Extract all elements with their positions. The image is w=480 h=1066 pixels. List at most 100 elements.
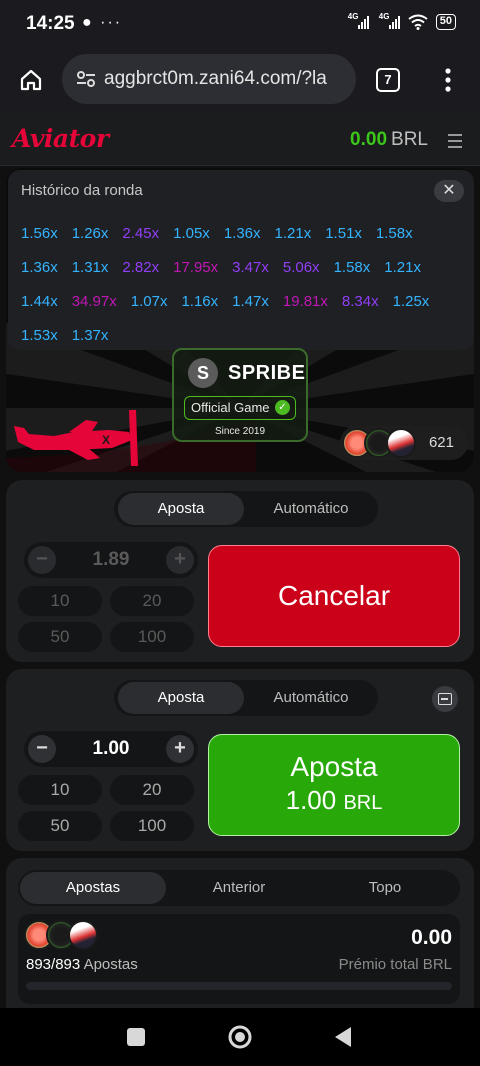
bet-panel-1: Aposta Automático − 1.89 + 10 20 50 100 … (6, 480, 474, 662)
round-history-title: Histórico da ronda (21, 182, 143, 199)
multiplier-item: 5.06x (282, 258, 320, 276)
check-icon: ✓ (275, 400, 290, 415)
multiplier-item: 1.53x (21, 326, 58, 344)
balance-amount: 0.00 (350, 129, 388, 150)
quick-amount-chip[interactable]: 50 (18, 622, 102, 652)
bet-mode-toggle: Aposta Automático (114, 491, 378, 527)
multiplier-item: 1.05x (173, 224, 210, 242)
multiplier-item: 1.58x (375, 224, 413, 242)
bets-tabs: Apostas Anterior Topo (18, 870, 460, 906)
spribe-badge: S SPRIBE Official Game ✓ Since 2019 (172, 348, 308, 442)
multiplier-item: 2.82x (122, 258, 160, 276)
game-header: Aviator 0.00 BRL (0, 114, 480, 166)
chat-bubble-icon: ● (82, 14, 94, 31)
bets-count: 893/893 Apostas (26, 956, 138, 973)
plus-button[interactable]: + (166, 735, 194, 763)
browser-menu-icon[interactable] (444, 68, 452, 92)
tab-auto[interactable]: Automático (248, 493, 374, 525)
remove-panel-icon[interactable] (432, 686, 458, 712)
balance: 0.00 BRL (350, 129, 428, 151)
since-label: Since 2019 (214, 426, 266, 437)
back-button[interactable] (333, 1026, 353, 1048)
quick-amount-chip[interactable]: 20 (110, 775, 194, 805)
history-row: 1.36x 1.31x 2.82x 17.95x 3.47x 5.06x 1.58x 1.21… (21, 250, 461, 284)
airplane-icon: X (14, 410, 138, 466)
bet-panel-2: Aposta Automático − 1.00 + 10 20 50 100 … (6, 669, 474, 851)
tab-all-bets[interactable]: Apostas (20, 872, 166, 904)
quick-amount-chip[interactable]: 10 (18, 775, 102, 805)
tab-top[interactable]: Topo (312, 872, 458, 904)
multiplier-item: 1.21x (384, 258, 421, 276)
bet-button-currency: BRL (343, 792, 383, 814)
multiplier-item: 1.58x (333, 258, 371, 276)
minus-button[interactable]: − (28, 546, 56, 574)
amount-stepper: − 1.89 + (24, 542, 198, 578)
multiplier-item: 1.25x (392, 292, 430, 310)
tab-bet[interactable]: Aposta (118, 493, 244, 525)
bets-summary: 893/893 Apostas 0.00 Prémio total BRL (18, 914, 460, 1004)
multiplier-item: 1.44x (21, 292, 58, 310)
tab-switcher-button[interactable]: 7 (376, 68, 400, 92)
minus-button[interactable]: − (28, 735, 56, 763)
quick-amount-chip[interactable]: 100 (110, 622, 194, 652)
balance-currency: BRL (391, 129, 428, 150)
bet-mode-toggle: Aposta Automático (114, 680, 378, 716)
quick-amount-chip[interactable]: 100 (110, 811, 194, 841)
multiplier-item: 3.47x (232, 258, 269, 276)
tab-auto[interactable]: Automático (248, 682, 374, 714)
signal-icon: 4G (379, 12, 400, 29)
total-prize: 0.00 (411, 926, 452, 949)
history-row: 1.53x 1.37x (21, 318, 461, 352)
spribe-brand: SPRIBE (228, 362, 306, 384)
avatar (386, 428, 416, 458)
browser-toolbar: aggbrct0m.zani64.com/?la 7 (0, 48, 480, 114)
bet-button-amount: 1.00 (285, 785, 337, 815)
quick-amount-chip[interactable]: 20 (110, 586, 194, 616)
multiplier-item: 1.31x (71, 258, 109, 276)
amount-stepper: − 1.00 + (24, 731, 198, 767)
multiplier-item: 1.16x (181, 292, 219, 310)
home-button[interactable] (227, 1024, 253, 1050)
multiplier-item: 1.26x (71, 224, 109, 242)
place-bet-button[interactable]: Aposta 1.00 BRL (208, 734, 460, 836)
history-row: 1.56x 1.26x 2.45x 1.05x 1.36x 1.21x 1.51x 1.58x (21, 216, 461, 250)
battery-icon: 50 (435, 14, 456, 30)
status-right: 4G 4G 50 (348, 12, 456, 30)
cancel-button[interactable]: Cancelar (208, 545, 460, 647)
tab-previous[interactable]: Anterior (166, 872, 312, 904)
players-online: 621 (340, 426, 468, 460)
multiplier-item: 17.95x (173, 258, 219, 276)
multiplier-item: 34.97x (71, 292, 117, 310)
wifi-icon (408, 14, 428, 30)
bet-amount[interactable]: 1.00 (64, 738, 158, 760)
tab-bet[interactable]: Aposta (118, 682, 244, 714)
aviator-logo: Aviator (12, 124, 109, 153)
home-icon[interactable] (19, 68, 43, 92)
avatar (68, 920, 98, 950)
quick-amount-chip[interactable]: 10 (18, 586, 102, 616)
address-bar[interactable]: aggbrct0m.zani64.com/?la (62, 54, 356, 104)
official-game-label: Official Game ✓ (184, 396, 296, 420)
more-dots-icon: ··· (100, 14, 123, 31)
recents-button[interactable] (127, 1028, 145, 1046)
url-text[interactable]: aggbrct0m.zani64.com/?la (104, 68, 327, 90)
bets-list-panel: Apostas Anterior Topo 893/893 Apostas 0.… (6, 858, 474, 1008)
multiplier-item: 1.21x (274, 224, 312, 242)
close-icon[interactable]: ✕ (434, 180, 464, 202)
multiplier-item: 1.36x (223, 224, 261, 242)
bet-amount[interactable]: 1.89 (64, 549, 158, 571)
multiplier-history: 1.56x 1.26x 2.45x 1.05x 1.36x 1.21x 1.51x 1.58x… (21, 216, 461, 352)
status-time: 14:25 (26, 13, 75, 34)
multiplier-item: 1.36x (21, 258, 58, 276)
multiplier-item: 1.07x (130, 292, 168, 310)
hamburger-menu-icon[interactable] (448, 134, 462, 152)
multiplier-item: 19.81x (282, 292, 328, 310)
total-prize-label: Prémio total BRL (338, 956, 452, 973)
plus-button[interactable]: + (166, 546, 194, 574)
site-settings-icon[interactable] (76, 70, 96, 88)
notification-icons: ● ··· (82, 14, 122, 32)
quick-amount-chip[interactable]: 50 (18, 811, 102, 841)
status-bar: 14:25 ● ··· 4G 4G 50 (0, 0, 480, 48)
multiplier-item: 8.34x (341, 292, 379, 310)
signal-icon: 4G (348, 12, 369, 29)
